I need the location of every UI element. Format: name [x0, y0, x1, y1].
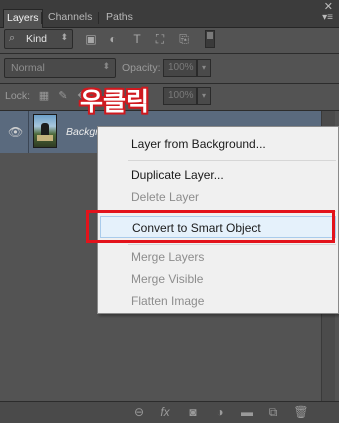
lock-image-icon[interactable]: ✎	[57, 90, 69, 102]
group-folder-icon[interactable]: ▬	[239, 404, 255, 420]
lock-label: Lock:	[5, 90, 31, 102]
opacity-input[interactable]: 100%	[163, 59, 197, 77]
visibility-eye-icon[interactable]: 👁︎	[8, 125, 23, 139]
annotation-highlight-box	[86, 210, 335, 243]
menu-separator	[128, 160, 336, 161]
menu-item-flatten-image[interactable]: Flatten Image	[98, 290, 338, 312]
chevron-updown-icon: ⬍	[60, 32, 68, 42]
type-filter-icon[interactable]: T	[130, 32, 144, 46]
filter-kind-label: Kind	[26, 33, 48, 45]
search-icon: ⌕	[9, 32, 16, 44]
opacity-label: Opacity:	[122, 62, 161, 74]
lock-transparent-icon[interactable]: ▦	[38, 90, 50, 102]
new-layer-icon[interactable]: ⧉	[265, 404, 281, 420]
smart-object-filter-icon[interactable]: ⎘	[177, 32, 191, 46]
filter-kind-select[interactable]: ⌕ Kind ⬍	[4, 29, 73, 49]
menu-item-delete-layer[interactable]: Delete Layer	[98, 186, 338, 208]
tab-divider	[98, 12, 99, 24]
menu-item-merge-visible[interactable]: Merge Visible	[98, 268, 338, 290]
menu-separator	[128, 244, 336, 245]
divider	[0, 83, 339, 84]
add-mask-icon[interactable]: ◙	[185, 404, 201, 420]
link-layers-icon[interactable]: ⊖	[131, 404, 147, 420]
filter-toggle[interactable]	[205, 30, 215, 48]
fx-icon[interactable]: fx	[157, 404, 173, 420]
menu-item-duplicate-layer[interactable]: Duplicate Layer...	[98, 164, 338, 186]
divider	[0, 53, 339, 54]
fill-dropdown-button[interactable]: ▾	[197, 87, 211, 105]
adjustment-layer-icon[interactable]: ◑	[212, 404, 228, 420]
menu-item-merge-layers[interactable]: Merge Layers	[98, 246, 338, 268]
tab-divider	[41, 12, 42, 24]
panel-menu-icon[interactable]: ▾≡	[322, 12, 333, 23]
chevron-updown-icon: ⬍	[102, 61, 110, 71]
tab-layers[interactable]: Layers	[3, 9, 43, 28]
image-filter-icon[interactable]: ▣	[84, 32, 98, 46]
opacity-dropdown-button[interactable]: ▾	[197, 59, 211, 77]
divider	[28, 111, 29, 153]
tab-paths[interactable]: Paths	[103, 9, 136, 28]
fill-input[interactable]: 100%	[163, 87, 197, 105]
annotation-label: 우클릭	[80, 87, 150, 116]
menu-item-layer-from-background[interactable]: Layer from Background...	[98, 133, 338, 155]
adjustment-filter-icon[interactable]: ◐	[106, 32, 120, 46]
shape-filter-icon[interactable]: ⛶	[153, 32, 167, 46]
layer-thumbnail	[33, 114, 57, 148]
delete-layer-icon[interactable]: 🗑︎	[293, 404, 309, 420]
blend-mode-select[interactable]: Normal ⬍	[4, 58, 116, 78]
blend-mode-value: Normal	[11, 62, 45, 74]
tab-channels[interactable]: Channels	[45, 9, 95, 28]
